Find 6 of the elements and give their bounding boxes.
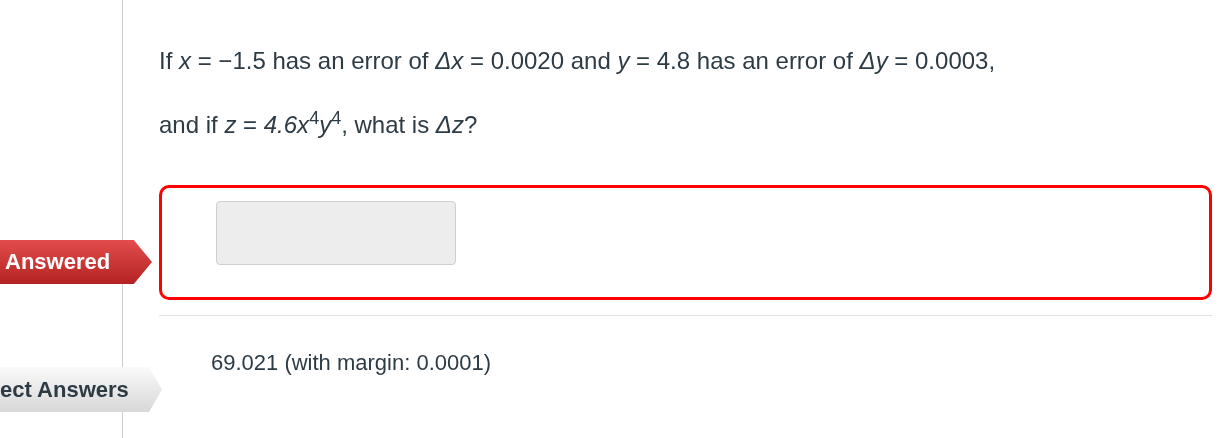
correct-answers-tag: ect Answers xyxy=(0,367,162,412)
correct-answer-text: 69.021 (with margin: 0.0001) xyxy=(211,349,492,377)
question-text: and if z = 4.6x$^{4}$y$^{4}$, what is Δz? xyxy=(159,107,478,140)
question-text: If x = −1.5 has an error of Δx = 0.0020 and y = 4.8 has an error of Δy = 0.0003, xyxy=(159,46,996,76)
answered-tag: Answered xyxy=(0,240,152,284)
answer-field[interactable] xyxy=(216,201,456,265)
